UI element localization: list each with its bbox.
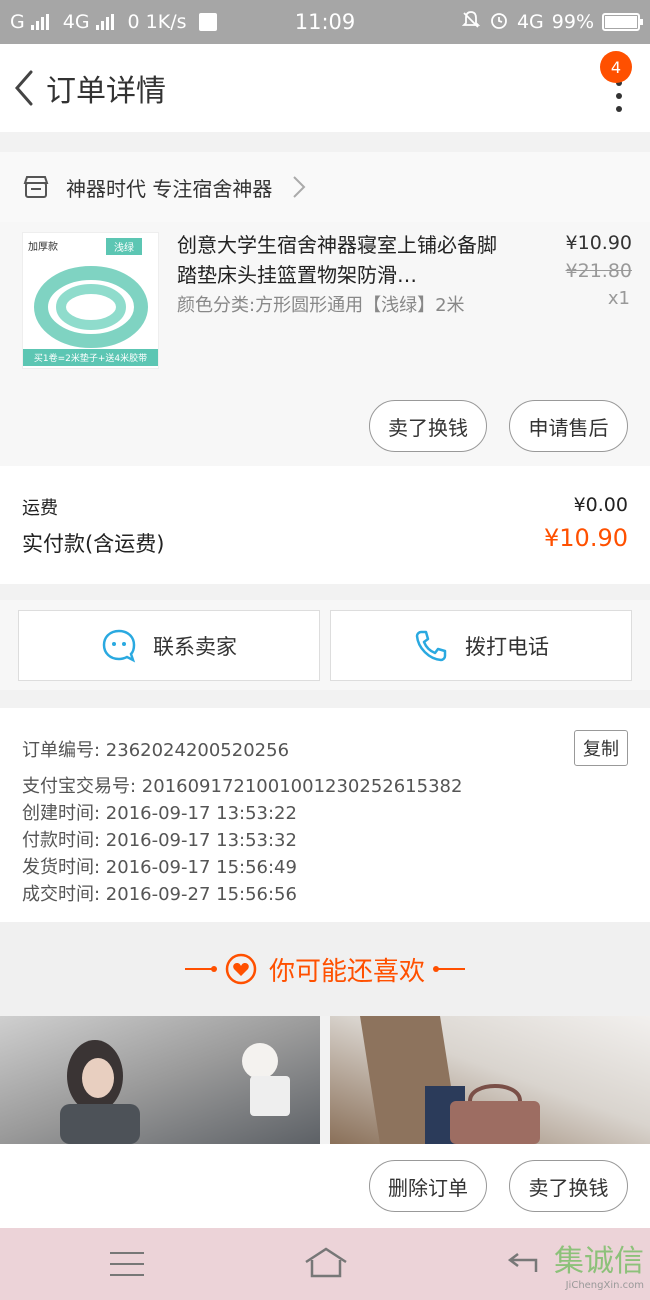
resell-button[interactable]: 卖了换钱 [369, 400, 487, 452]
product-photo-2 [360, 1016, 540, 1144]
after-sales-button[interactable]: 申请售后 [509, 400, 628, 452]
shipping-label: 运费 [22, 498, 58, 519]
shipped-time: 发货时间: 2016-09-17 15:56:49 [22, 857, 297, 878]
speed-unit: 1K/s [145, 11, 187, 33]
contact-section: 联系卖家 拨打电话 [0, 600, 650, 690]
app-notify-icon [198, 13, 217, 31]
network-label-2: 4G [516, 11, 544, 33]
shop-name[interactable]: 神器时代 专注宿舍神器 [66, 173, 272, 202]
chevron-right-icon [293, 176, 306, 198]
signal-icon [30, 14, 49, 30]
shipping-value: ¥0.00 [573, 494, 628, 516]
completed-time: 成交时间: 2016-09-27 15:56:56 [22, 884, 297, 905]
product-name[interactable]: 创意大学生宿舍神器寝室上铺必备脚踏垫床头挂篮置物架防滑… [177, 230, 497, 290]
alarm-icon [489, 10, 509, 35]
phone-icon [415, 630, 447, 661]
speed-value: 0 [127, 11, 140, 33]
product-sku: 颜色分类:方形圆形通用【浅绿】2米 [177, 295, 465, 316]
chat-icon [102, 629, 136, 662]
product-thumbnail[interactable]: 加厚款 浅绿 买1卷=2米垫子+送4米胶带 [22, 232, 159, 369]
resell-button-bottom[interactable]: 卖了换钱 [509, 1160, 628, 1212]
page-title: 订单详情 [46, 74, 166, 109]
order-number: 订单编号: 2362024200520256 [22, 740, 290, 761]
bell-off-icon [461, 10, 481, 35]
battery-percent: 99% [551, 11, 594, 33]
created-time: 创建时间: 2016-09-17 13:53:22 [22, 803, 297, 824]
product-price: ¥10.90 [565, 232, 632, 254]
signal-icon-2 [95, 14, 114, 30]
call-phone-button[interactable]: 拨打电话 [330, 610, 632, 681]
shop-header[interactable]: 神器时代 专注宿舍神器 [0, 152, 650, 222]
back-button[interactable] [2, 44, 46, 132]
copy-button[interactable]: 复制 [574, 730, 628, 766]
carrier-label: G [10, 11, 25, 33]
product-photo-1 [60, 1040, 290, 1144]
contact-seller-button[interactable]: 联系卖家 [18, 610, 320, 681]
watermark: 集诚信 JiChengXin.com [534, 1236, 644, 1296]
total-label: 实付款(含运费) [22, 532, 165, 556]
battery-icon [602, 13, 643, 31]
recommend-title: 你可能还喜欢 [268, 956, 425, 987]
paid-time: 付款时间: 2016-09-17 13:53:32 [22, 830, 297, 851]
home-icon[interactable] [304, 1246, 348, 1280]
delete-order-button[interactable]: 删除订单 [369, 1160, 487, 1212]
chevron-left-icon [15, 70, 33, 106]
thumb-promo: 买1卷=2米垫子+送4米胶带 [23, 349, 158, 366]
fee-summary: 运费 ¥0.00 实付款(含运费) ¥10.90 [0, 466, 650, 584]
divider-left [184, 966, 217, 972]
recommend-header: 你可能还喜欢 [0, 922, 650, 1016]
bottom-actions: 删除订单 卖了换钱 [0, 1144, 650, 1228]
total-value: ¥10.90 [544, 524, 628, 552]
system-nav-bar: 集诚信 JiChengXin.com [0, 1228, 650, 1300]
heart-icon [225, 953, 257, 985]
divider-right [433, 966, 465, 972]
shop-icon [23, 176, 49, 198]
menu-icon[interactable] [110, 1252, 144, 1276]
recommend-product-1[interactable] [0, 1016, 320, 1144]
watermark-main: 集诚信 [554, 1244, 644, 1279]
watermark-sub: JiChengXin.com [565, 1280, 644, 1291]
product-quantity: x1 [607, 288, 630, 309]
order-item[interactable]: 加厚款 浅绿 买1卷=2米垫子+送4米胶带 创意大学生宿舍神器寝室上铺必备脚踏垫… [0, 222, 650, 466]
notification-badge: 4 [600, 51, 632, 83]
recommend-product-2[interactable] [330, 1016, 650, 1144]
contact-seller-label: 联系卖家 [153, 634, 237, 659]
order-info: 订单编号: 2362024200520256 复制 支付宝交易号: 201609… [0, 708, 650, 922]
alipay-trade-number: 支付宝交易号: 2016091721001001230252615382 [22, 776, 463, 797]
product-image [34, 266, 148, 348]
status-bar: G 4G 0 1K/s 11:09 4G 99% [0, 0, 650, 44]
product-original-price: ¥21.80 [565, 260, 632, 282]
more-menu-button[interactable] [614, 80, 624, 112]
call-phone-label: 拨打电话 [465, 634, 549, 659]
nav-bar: 订单详情 4 [0, 44, 650, 132]
network-label: 4G [62, 11, 90, 33]
